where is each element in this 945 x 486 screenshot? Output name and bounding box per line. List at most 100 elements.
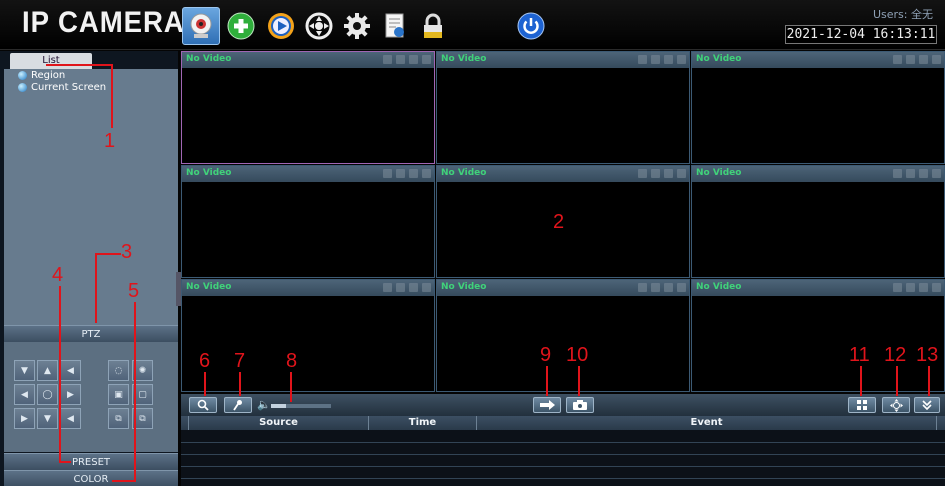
volume-slider-fill: [271, 404, 286, 408]
close-icon[interactable]: [932, 283, 941, 292]
tree-item-label: Region: [31, 70, 66, 81]
record-icon[interactable]: [664, 169, 673, 178]
video-cell-header: No Video: [182, 280, 434, 296]
close-icon[interactable]: [677, 55, 686, 64]
tree-item-current-screen[interactable]: Current Screen: [18, 82, 106, 93]
record-icon[interactable]: [409, 169, 418, 178]
ptz-section-header[interactable]: PTZ: [4, 325, 178, 342]
video-cell-8[interactable]: No Video: [436, 279, 690, 392]
color-section-header[interactable]: COLOR: [4, 470, 178, 486]
focus-near-button[interactable]: ▣: [108, 384, 129, 405]
ptz-down-left-button[interactable]: ▶: [14, 408, 35, 429]
cell-controls: [893, 55, 941, 64]
log-button[interactable]: [376, 7, 414, 45]
ptz-up-left-button[interactable]: ▼: [14, 360, 35, 381]
add-device-icon: [227, 12, 255, 40]
record-icon[interactable]: [919, 283, 928, 292]
column-source[interactable]: Source: [189, 416, 369, 430]
ptz-right-button[interactable]: ▶: [60, 384, 81, 405]
search-button[interactable]: [189, 397, 217, 413]
speaker-icon[interactable]: [396, 55, 405, 64]
record-icon[interactable]: [664, 283, 673, 292]
callout-9: 9: [540, 344, 552, 366]
table-row[interactable]: [181, 442, 945, 443]
ptz-center-button[interactable]: ◯: [37, 384, 58, 405]
ptz-down-right-button[interactable]: ◀: [60, 408, 81, 429]
callout-6: 6: [199, 350, 211, 372]
close-icon[interactable]: [677, 169, 686, 178]
speaker-icon[interactable]: [651, 283, 660, 292]
expand-events-button[interactable]: [914, 397, 940, 413]
video-cell-6[interactable]: No Video: [691, 165, 945, 278]
video-cell-7[interactable]: No Video: [181, 279, 435, 392]
aperture-icon: ✺: [138, 365, 147, 376]
record-icon[interactable]: [409, 55, 418, 64]
iris-open-button[interactable]: ⧉: [108, 408, 129, 429]
record-icon[interactable]: [664, 55, 673, 64]
speaker-mute-icon[interactable]: 🔈: [257, 398, 271, 411]
ptz-up-button[interactable]: ▲: [37, 360, 58, 381]
speaker-icon[interactable]: [651, 169, 660, 178]
video-cell-1[interactable]: No Video: [181, 51, 435, 164]
video-cell-header: No Video: [692, 280, 944, 296]
column-time[interactable]: Time: [369, 416, 477, 430]
table-row[interactable]: [181, 478, 945, 479]
record-icon[interactable]: [919, 169, 928, 178]
wrench-icon[interactable]: [383, 283, 392, 292]
close-icon[interactable]: [422, 169, 431, 178]
speaker-icon[interactable]: [396, 169, 405, 178]
wrench-icon[interactable]: [383, 55, 392, 64]
ptz-up-right-button[interactable]: ◀: [60, 360, 81, 381]
ptz-control-button[interactable]: [300, 7, 338, 45]
speaker-icon[interactable]: [906, 169, 915, 178]
wrench-icon[interactable]: [893, 283, 902, 292]
table-row[interactable]: [181, 454, 945, 455]
close-icon[interactable]: [932, 55, 941, 64]
wrench-icon[interactable]: [638, 169, 647, 178]
ptz-left-button[interactable]: ◀: [14, 384, 35, 405]
microphone-button[interactable]: [224, 397, 252, 413]
close-icon[interactable]: [677, 283, 686, 292]
wrench-icon[interactable]: [638, 55, 647, 64]
callout-line: [204, 372, 206, 396]
power-button[interactable]: [512, 7, 550, 45]
video-cell-9[interactable]: No Video: [691, 279, 945, 392]
video-cell-4[interactable]: No Video: [181, 165, 435, 278]
wrench-icon[interactable]: [893, 55, 902, 64]
tab-list[interactable]: List: [10, 53, 92, 69]
live-view-button[interactable]: [182, 7, 220, 45]
tree-item-region[interactable]: Region: [18, 70, 65, 81]
close-icon[interactable]: [422, 283, 431, 292]
speaker-icon[interactable]: [651, 55, 660, 64]
close-icon[interactable]: [932, 169, 941, 178]
volume-slider[interactable]: [271, 404, 331, 408]
close-icon[interactable]: [422, 55, 431, 64]
ptz-down-button[interactable]: ▼: [37, 408, 58, 429]
arrow-right-icon: ▶: [67, 389, 74, 400]
layout-button[interactable]: [848, 397, 876, 413]
wrench-icon[interactable]: [638, 283, 647, 292]
snapshot-button[interactable]: [566, 397, 594, 413]
dotted-circle-icon: ◌: [114, 365, 123, 376]
wrench-icon[interactable]: [893, 169, 902, 178]
speaker-icon[interactable]: [906, 283, 915, 292]
callout-line: [860, 366, 862, 396]
wrench-icon[interactable]: [383, 169, 392, 178]
fullscreen-button[interactable]: [882, 397, 910, 413]
speaker-icon[interactable]: [396, 283, 405, 292]
video-cell-2[interactable]: No Video: [436, 51, 690, 164]
speaker-icon[interactable]: [906, 55, 915, 64]
playback-button[interactable]: [262, 7, 300, 45]
settings-button[interactable]: [338, 7, 376, 45]
table-row[interactable]: [181, 466, 945, 467]
zoom-in-button[interactable]: ◌: [108, 360, 129, 381]
column-event[interactable]: Event: [477, 416, 937, 430]
record-icon[interactable]: [919, 55, 928, 64]
preset-section-header[interactable]: PRESET: [4, 453, 178, 470]
record-button[interactable]: [533, 397, 561, 413]
lock-button[interactable]: [414, 7, 452, 45]
video-cell-3[interactable]: No Video: [691, 51, 945, 164]
move-arrows-icon: [889, 398, 903, 412]
add-device-button[interactable]: [222, 7, 260, 45]
record-icon[interactable]: [409, 283, 418, 292]
